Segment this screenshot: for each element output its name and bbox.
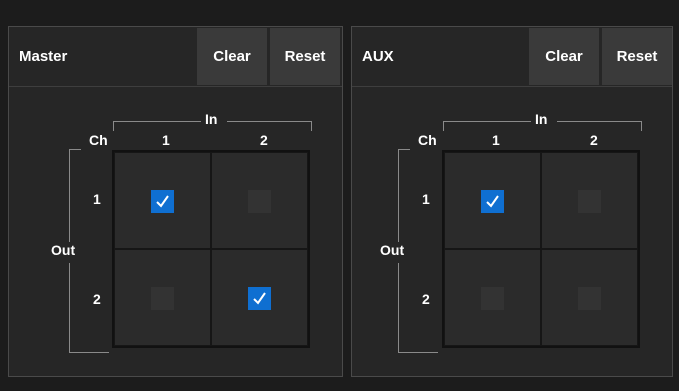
ch-label: Ch	[89, 132, 108, 148]
matrix-cell-out1-in2	[211, 152, 308, 249]
out-bracket-top	[69, 149, 81, 150]
matrix-cell-out1-in1	[114, 152, 211, 249]
matrix-cell-out1-in2	[541, 152, 638, 249]
out-bracket-left	[398, 263, 399, 353]
panel-header: AUX Clear Reset	[352, 27, 672, 87]
clear-button[interactable]: Clear	[197, 28, 267, 85]
out-channel-1-label: 1	[422, 191, 430, 207]
route-checkbox-out1-in2[interactable]	[248, 190, 271, 213]
routing-matrix	[112, 150, 310, 348]
in-bracket-top	[227, 121, 312, 122]
out-channel-1-label: 1	[93, 191, 101, 207]
out-bracket-bottom	[398, 352, 438, 353]
out-bracket-left	[398, 149, 399, 242]
route-checkbox-out1-in1[interactable]	[481, 190, 504, 213]
route-checkbox-out1-in2[interactable]	[578, 190, 601, 213]
route-checkbox-out2-in2[interactable]	[248, 287, 271, 310]
in-bracket-right	[311, 121, 312, 131]
out-bracket-left	[69, 149, 70, 242]
in-bracket-left	[443, 121, 444, 131]
matrix-cell-out2-in2	[211, 249, 308, 346]
clear-button[interactable]: Clear	[529, 28, 599, 85]
in-bracket-right	[641, 121, 642, 131]
in-bracket-left	[113, 121, 114, 131]
matrix-cell-out2-in1	[444, 249, 541, 346]
route-checkbox-out2-in1[interactable]	[481, 287, 504, 310]
ch-label: Ch	[418, 132, 437, 148]
panel-header: Master Clear Reset	[9, 27, 342, 87]
out-label: Out	[51, 242, 76, 258]
checkmark-icon	[156, 195, 169, 208]
in-channel-2-label: 2	[260, 132, 268, 148]
in-bracket-top	[557, 121, 642, 122]
route-checkbox-out2-in1[interactable]	[151, 287, 174, 310]
in-channel-1-label: 1	[492, 132, 500, 148]
checkmark-icon	[253, 292, 266, 305]
reset-button[interactable]: Reset	[602, 28, 672, 85]
out-label: Out	[380, 242, 405, 258]
in-bracket-top	[443, 121, 531, 122]
in-label: In	[205, 111, 218, 127]
in-channel-1-label: 1	[162, 132, 170, 148]
out-channel-2-label: 2	[422, 291, 430, 307]
out-bracket-bottom	[69, 352, 109, 353]
routing-matrix	[442, 150, 640, 348]
in-channel-2-label: 2	[590, 132, 598, 148]
panel-title: Master	[19, 48, 68, 65]
master-panel: Master Clear Reset In Ch 1 2 Out 1 2	[8, 26, 343, 377]
checkmark-icon	[486, 195, 499, 208]
matrix-cell-out2-in2	[541, 249, 638, 346]
in-bracket-top	[113, 121, 201, 122]
out-bracket-left	[69, 263, 70, 353]
reset-button[interactable]: Reset	[270, 28, 340, 85]
out-channel-2-label: 2	[93, 291, 101, 307]
in-label: In	[535, 111, 548, 127]
aux-panel: AUX Clear Reset In Ch 1 2 Out 1 2	[351, 26, 673, 377]
out-bracket-top	[398, 149, 410, 150]
matrix-cell-out1-in1	[444, 152, 541, 249]
panel-title: AUX	[362, 48, 394, 65]
matrix-cell-out2-in1	[114, 249, 211, 346]
route-checkbox-out1-in1[interactable]	[151, 190, 174, 213]
route-checkbox-out2-in2[interactable]	[578, 287, 601, 310]
